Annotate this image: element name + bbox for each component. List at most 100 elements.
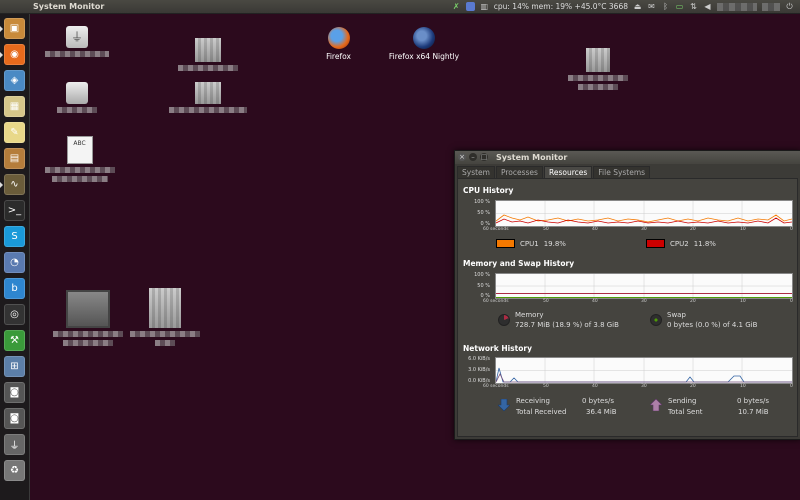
drive-icon xyxy=(66,82,88,104)
window-titlebar[interactable]: × – □ System Monitor xyxy=(455,151,800,164)
text-editor-icon: ✎ xyxy=(10,127,19,138)
cpu2-color-swatch[interactable] xyxy=(646,239,665,248)
desktop-obscured-file-2[interactable] xyxy=(165,82,250,113)
notes-indicator-icon[interactable] xyxy=(465,2,475,11)
eject-icon[interactable]: ⏏ xyxy=(633,2,642,11)
launcher-trash[interactable]: ♻ xyxy=(4,460,25,481)
launcher-calculator[interactable]: ▦ xyxy=(4,96,25,117)
tab-processes[interactable]: Processes xyxy=(495,166,543,178)
sending-arrow-icon[interactable] xyxy=(650,399,662,411)
close-icon[interactable]: × xyxy=(458,153,466,161)
desktop-firefox-nightly[interactable]: Firefox x64 Nightly xyxy=(385,27,463,61)
desktop-firefox[interactable]: Firefox xyxy=(316,27,361,61)
minimize-icon[interactable]: – xyxy=(469,153,477,161)
launcher-files[interactable]: ◈ xyxy=(4,70,25,91)
desktop-obscured-file-3[interactable] xyxy=(565,48,630,90)
volume-icon[interactable]: ◀ xyxy=(703,2,712,11)
cpu1-value: 19.8% xyxy=(543,239,566,248)
workspace-switcher-icon: ⊞ xyxy=(10,361,19,372)
memory-y-tick: 100 % xyxy=(474,272,490,278)
maximize-icon[interactable]: □ xyxy=(480,153,488,161)
launcher-workspaces[interactable]: ⊞ xyxy=(4,356,25,377)
window-title: System Monitor xyxy=(496,153,568,162)
cpu1-color-swatch[interactable] xyxy=(496,239,515,248)
network-graph-plot xyxy=(496,358,792,383)
launcher-usb[interactable]: ⏚ xyxy=(4,434,25,455)
firefox-icon: ◉ xyxy=(10,49,19,60)
desktop-obscured-file-4[interactable] xyxy=(127,288,202,346)
desktop-obscured-file-1[interactable] xyxy=(175,38,240,71)
launcher-disk-2[interactable]: ◙ xyxy=(4,408,25,429)
desktop-label-obscured xyxy=(51,176,108,182)
system-load-indicator[interactable]: cpu: 14% mem: 19% +45.0°C 3668 xyxy=(494,0,628,13)
total-received-label: Total Received xyxy=(516,408,567,416)
desktop-obscured-monitor[interactable] xyxy=(50,290,125,346)
launcher-disk-1[interactable]: ◙ xyxy=(4,382,25,403)
swap-pie-icon[interactable] xyxy=(650,314,662,326)
desktop-drive-2[interactable] xyxy=(42,82,112,113)
launcher-pidgin[interactable]: ◔ xyxy=(4,252,25,273)
launcher-archive[interactable]: ▤ xyxy=(4,148,25,169)
swap-legend: Swap 0 bytes (0.0 %) of 4.1 GiB xyxy=(650,311,757,329)
calculator-icon: ▦ xyxy=(9,101,20,112)
launcher-home-folder[interactable]: ▣ xyxy=(0,18,25,39)
desktop-usb-drive[interactable]: ⏚ xyxy=(42,26,112,57)
x-tick: 20 xyxy=(690,384,696,389)
bluetooth-icon[interactable]: ᛒ xyxy=(661,2,670,11)
power-icon[interactable]: ⏻ xyxy=(785,2,794,11)
x-tick: 10 xyxy=(740,227,746,232)
desktop-label-obscured xyxy=(577,84,618,90)
x-tick: 10 xyxy=(740,384,746,389)
launcher-terminal[interactable]: >_ xyxy=(4,200,25,221)
disk-icon: ◙ xyxy=(9,413,20,424)
system-monitor-icon: ∿ xyxy=(10,179,19,190)
obscured-file-icon xyxy=(194,82,221,104)
network-icon[interactable]: ⇅ xyxy=(689,2,698,11)
desktop-label-obscured xyxy=(177,65,238,71)
launcher-utility[interactable]: ⚒ xyxy=(4,330,25,351)
launcher-skype[interactable]: S xyxy=(4,226,25,247)
cpu-history-title: CPU History xyxy=(463,186,514,195)
x-tick: 40 xyxy=(592,227,598,232)
cpu-y-tick: 100 % xyxy=(474,199,490,205)
tab-file-systems[interactable]: File Systems xyxy=(593,166,651,178)
clock-obscured[interactable] xyxy=(717,2,757,11)
monitor-icon xyxy=(65,290,110,328)
launcher-firefox[interactable]: ◉ xyxy=(0,44,25,65)
network-graph xyxy=(495,357,793,384)
launcher-app-b[interactable]: b xyxy=(4,278,25,299)
launcher-text-editor[interactable]: ✎ xyxy=(4,122,25,143)
x-tick: 60 seconds xyxy=(483,299,509,304)
app-b-icon: b xyxy=(11,283,18,294)
network-y-tick: 3.0 KiB/s xyxy=(468,367,490,373)
desktop-document[interactable]: ABC xyxy=(42,136,117,182)
launcher-system-monitor[interactable]: ∿ xyxy=(0,174,25,195)
desktop-label-obscured xyxy=(44,167,115,173)
x-tick: 0 xyxy=(790,227,793,232)
files-icon: ◈ xyxy=(10,75,19,86)
desktop-label-obscured xyxy=(168,107,247,113)
desktop-label-obscured xyxy=(154,340,175,346)
x-tick: 40 xyxy=(592,384,598,389)
tab-resources[interactable]: Resources xyxy=(543,166,593,178)
x-tick: 20 xyxy=(690,227,696,232)
tab-system[interactable]: System xyxy=(457,166,495,178)
memory-graph-plot xyxy=(496,274,792,298)
app-indicator-icon[interactable]: ✗ xyxy=(452,2,461,11)
obscured-file-icon xyxy=(148,288,181,328)
mail-icon[interactable]: ✉ xyxy=(647,2,656,11)
desktop-label-obscured xyxy=(567,75,628,81)
document-abc-icon: ABC xyxy=(66,136,93,164)
cpu1-label: CPU1 xyxy=(520,239,539,248)
receiving-arrow-icon[interactable] xyxy=(498,399,510,411)
memory-legend: Memory 728.7 MiB (18.9 %) of 3.8 GiB xyxy=(498,311,619,329)
usb-drive-icon: ⏚ xyxy=(9,441,20,452)
memory-pie-icon[interactable] xyxy=(498,314,510,326)
battery-icon[interactable]: ▭ xyxy=(675,2,684,11)
x-tick: 50 xyxy=(543,227,549,232)
disk-icon: ◙ xyxy=(9,387,20,398)
x-tick: 30 xyxy=(641,384,647,389)
user-menu-obscured[interactable] xyxy=(762,2,780,11)
launcher-camera[interactable]: ◎ xyxy=(4,304,25,325)
keyboard-indicator-icon[interactable]: ▥ xyxy=(480,2,489,11)
